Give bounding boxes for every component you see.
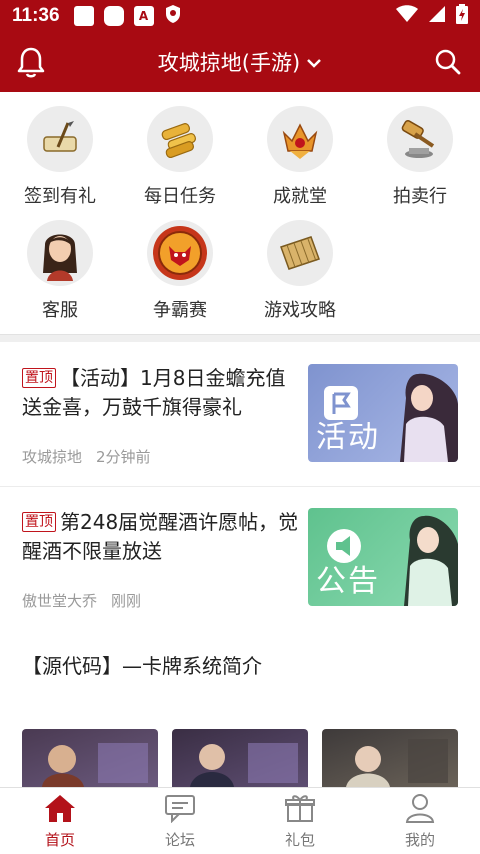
notification-square-icon [73,6,94,26]
grid-item-tournament[interactable]: 争霸赛 [120,220,240,322]
nav-label: 我的 [404,831,435,849]
nav-forum[interactable]: 论坛 [120,788,240,854]
bottom-nav: 首页 论坛 礼包 我的 [0,787,480,854]
forum-icon [163,793,197,827]
nav-profile[interactable]: 我的 [360,788,480,854]
nav-label: 礼包 [284,831,315,849]
game-selector[interactable]: 攻城掠地(手游) [158,47,322,77]
grid-label: 成就堂 [273,186,327,207]
home-icon [43,793,77,827]
scroll-quill-icon [27,106,93,172]
app-a-icon: A [133,6,154,26]
search-icon[interactable] [434,48,462,80]
gift-icon [283,793,317,827]
thumbnail-label: 公告 [316,564,380,599]
grid-label: 游戏攻略 [264,300,336,321]
gavel-icon [387,106,453,172]
article-separator [0,486,480,487]
grid-label: 签到有礼 [24,186,96,207]
article-time: 2分钟前 [96,448,151,466]
status-bar: 11:36 A [0,0,480,32]
status-time: 11:36 [12,5,60,26]
female-avatar-icon [27,220,93,286]
article-meta: 攻城掠地 2分钟前 [22,446,151,467]
shield-icon [164,4,182,28]
notification-rounded-icon [103,6,124,26]
crown-badge-icon [267,106,333,172]
article-item[interactable]: 置顶 第248届觉醒酒许愿帖，觉醒酒不限量放送 傲世堂大乔 刚刚 公告 [0,508,480,628]
article-author: 攻城掠地 [22,448,83,466]
card-image [322,729,458,787]
pinned-badge: 置顶 [22,368,56,388]
card-image [172,729,308,787]
nav-home[interactable]: 首页 [0,788,120,854]
article-thumbnail: 活动 [308,364,458,462]
article-title-text: 第248届觉醒酒许愿帖，觉醒酒不限量放送 [22,510,299,563]
grid-item-achievements[interactable]: 成就堂 [240,106,360,208]
grid-label: 客服 [42,300,78,321]
article-item[interactable]: 置顶 【活动】1月8日金蟾充值送金喜，万鼓千旗得豪礼 攻城掠地 2分钟前 活动 [0,364,480,484]
card-image [22,729,158,787]
article-title[interactable]: 【源代码】—卡牌系统简介 [22,650,262,679]
grid-label: 每日任务 [144,186,216,207]
article-thumbnail: 公告 [308,508,458,606]
chevron-down-icon [306,50,322,74]
signal-icon [428,5,446,27]
bamboo-scroll-icon [267,220,333,286]
card-image-row[interactable] [22,729,458,787]
grid-item-sign-in[interactable]: 签到有礼 [0,106,120,208]
pinned-badge: 置顶 [22,512,56,532]
article-title-text: 【活动】1月8日金蟾充值送金喜，万鼓千旗得豪礼 [22,366,286,419]
article-meta: 傲世堂大乔 刚刚 [22,590,141,611]
grid-item-customer-service[interactable]: 客服 [0,220,120,322]
section-divider [0,334,480,342]
gold-scrolls-icon [147,106,213,172]
app-header: 攻城掠地(手游) [0,32,480,92]
grid-label: 争霸赛 [153,300,207,321]
page-title: 攻城掠地(手游) [157,51,301,75]
thumbnail-label: 活动 [316,420,380,455]
grid-item-daily-tasks[interactable]: 每日任务 [120,106,240,208]
article-title: 置顶 【活动】1月8日金蟾充值送金喜，万鼓千旗得豪礼 [22,364,300,422]
nav-label: 首页 [44,831,75,849]
article-time: 刚刚 [111,592,142,610]
article-title: 置顶 第248届觉醒酒许愿帖，觉醒酒不限量放送 [22,508,300,566]
article-author: 傲世堂大乔 [22,592,98,610]
battery-icon [456,4,468,28]
grid-item-game-guide[interactable]: 游戏攻略 [240,220,360,322]
nav-label: 论坛 [164,831,195,849]
tiger-emblem-icon [147,220,213,286]
user-icon [403,793,437,827]
wifi-icon [396,5,418,27]
grid-label: 拍卖行 [393,186,447,207]
bell-icon[interactable] [16,46,46,82]
feature-grid: 签到有礼 每日任务 成就堂 拍卖行 客服 争霸赛 游戏攻略 [0,92,480,332]
grid-item-auction[interactable]: 拍卖行 [360,106,480,208]
nav-gift[interactable]: 礼包 [240,788,360,854]
